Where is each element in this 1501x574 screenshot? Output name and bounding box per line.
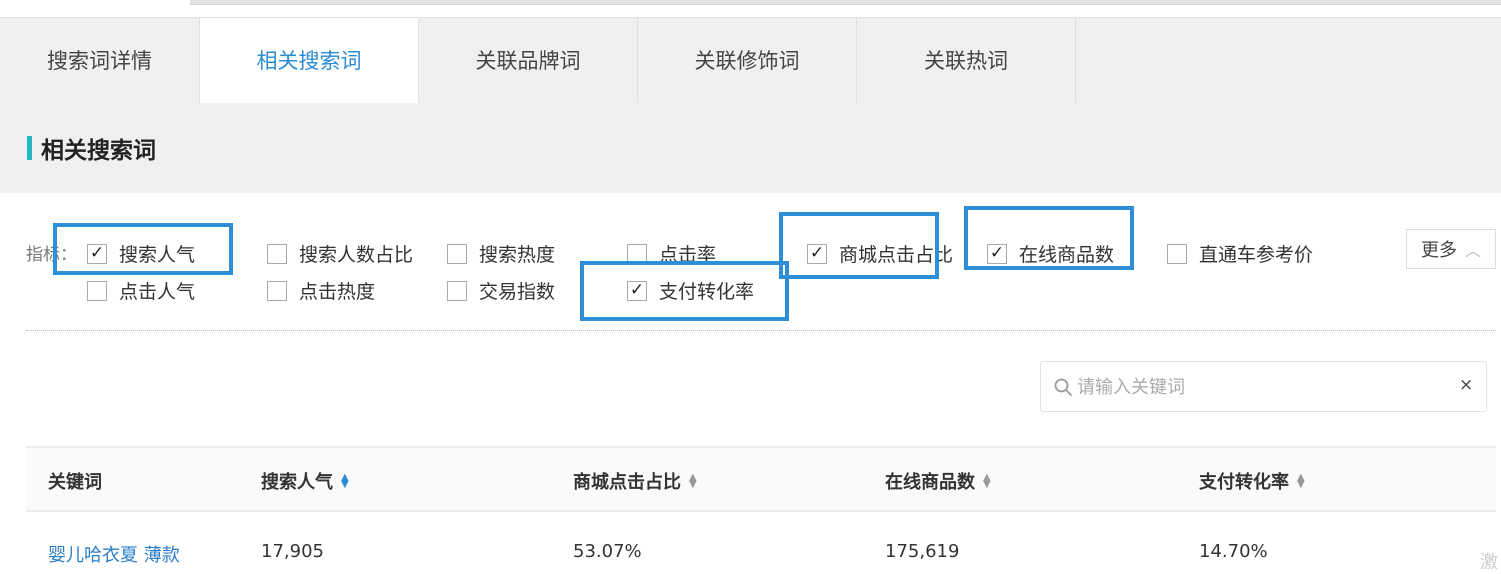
checkbox-box[interactable] [267,243,287,264]
metrics-label: 指标： [26,245,77,265]
checkbox-trade-index[interactable]: 交易指数 [447,277,555,304]
checkbox-label: 商城点击占比 [839,244,954,266]
column-header-label: 商城点击占比 [573,472,681,493]
checkbox-label: 搜索人气 [119,244,196,266]
checkbox-label: 交易指数 [479,281,556,303]
column-header-mall-click-share[interactable]: 商城点击占比 ▲ ▼ [573,468,697,494]
column-header-search-popularity[interactable]: 搜索人气 ▲ ▼ [261,468,349,494]
tab-related-modifier-terms[interactable]: 关联修饰词 [638,18,857,104]
watermark-text: 激 [1480,552,1498,573]
section-accent-bar [27,136,32,160]
checkbox-click-rate[interactable]: 点击率 [627,240,716,267]
more-button-label: 更多 [1420,240,1457,261]
checkbox-label: 搜索人数占比 [299,244,414,266]
sort-icon[interactable]: ▲ ▼ [341,473,349,490]
checkbox-label: 支付转化率 [659,281,755,303]
section-title: 相关搜索词 [41,138,156,164]
tab-bar: 搜索词详情 相关搜索词 关联品牌词 关联修饰词 关联热词 [0,17,1501,104]
column-header-label: 搜索人气 [261,472,333,493]
more-button[interactable]: 更多 ︿ [1406,229,1496,269]
checkbox-box[interactable] [1167,243,1187,264]
checkbox-label: 在线商品数 [1019,244,1115,266]
tab-search-term-details[interactable]: 搜索词详情 [0,18,200,104]
checkbox-mall-click-share[interactable]: ✓ 商城点击占比 [807,240,953,267]
tab-related-search-terms[interactable]: 相关搜索词 [200,18,419,104]
tab-bar-filler [1076,18,1501,103]
table-header-border [26,510,1496,512]
checkbox-click-popularity[interactable]: 点击人气 [87,277,195,304]
checkbox-box[interactable] [627,243,647,264]
checkbox-label: 搜索热度 [479,244,556,266]
cell-mall-click-share: 53.07% [573,541,642,562]
column-header-payment-conversion[interactable]: 支付转化率 ▲ ▼ [1199,468,1305,494]
checkbox-ppc-reference-price[interactable]: 直通车参考价 [1167,240,1313,267]
checkbox-box[interactable] [267,280,287,301]
column-header-label: 关键词 [48,472,102,493]
checkbox-payment-conversion[interactable]: ✓ 支付转化率 [627,277,754,304]
checkbox-searcher-share[interactable]: 搜索人数占比 [267,240,413,267]
section-header: 相关搜索词 [0,103,1501,193]
sort-icon[interactable]: ▲ ▼ [983,473,991,490]
checkbox-label: 点击热度 [299,281,376,303]
column-header-online-items[interactable]: 在线商品数 ▲ ▼ [885,468,991,494]
checkbox-box[interactable] [447,280,467,301]
checkbox-box[interactable]: ✓ [87,243,107,264]
sort-icon[interactable]: ▲ ▼ [689,473,697,490]
checkbox-online-items[interactable]: ✓ 在线商品数 [987,240,1114,267]
keyword-link[interactable]: 婴儿哈衣夏 薄款 [48,541,180,567]
table-header: 关键词 搜索人气 ▲ ▼ 商城点击占比 ▲ ▼ 在线商品数 ▲ ▼ 支付转化率 ▲ ▼ [26,448,1496,510]
checkbox-click-heat[interactable]: 点击热度 [267,277,375,304]
sort-icon[interactable]: ▲ ▼ [1297,473,1305,490]
column-header-keyword: 关键词 [48,468,102,494]
cell-online-items: 175,619 [885,541,960,562]
tab-related-hot-terms[interactable]: 关联热词 [857,18,1076,104]
top-scrollbar-strip [190,0,1501,5]
chevron-up-icon: ︿ [1464,241,1481,260]
tab-related-brand-terms[interactable]: 关联品牌词 [419,18,638,104]
divider [26,330,1496,331]
checkbox-box[interactable] [87,280,107,301]
checkbox-box[interactable] [447,243,467,264]
search-input[interactable] [1077,370,1447,404]
search-icon [1054,378,1072,396]
keyword-search: × [1040,361,1487,412]
checkbox-box[interactable]: ✓ [627,280,647,301]
checkbox-label: 直通车参考价 [1199,244,1314,266]
cell-payment-conversion: 14.70% [1199,541,1268,562]
checkbox-box[interactable]: ✓ [987,243,1007,264]
checkbox-label: 点击人气 [119,281,196,303]
column-header-label: 在线商品数 [885,472,975,493]
cell-search-popularity: 17,905 [261,541,324,562]
close-icon[interactable]: × [1459,375,1473,395]
checkbox-label: 点击率 [659,244,717,266]
checkbox-search-heat[interactable]: 搜索热度 [447,240,555,267]
checkbox-search-popularity[interactable]: ✓ 搜索人气 [87,240,195,267]
checkbox-box[interactable]: ✓ [807,243,827,264]
column-header-label: 支付转化率 [1199,472,1289,493]
